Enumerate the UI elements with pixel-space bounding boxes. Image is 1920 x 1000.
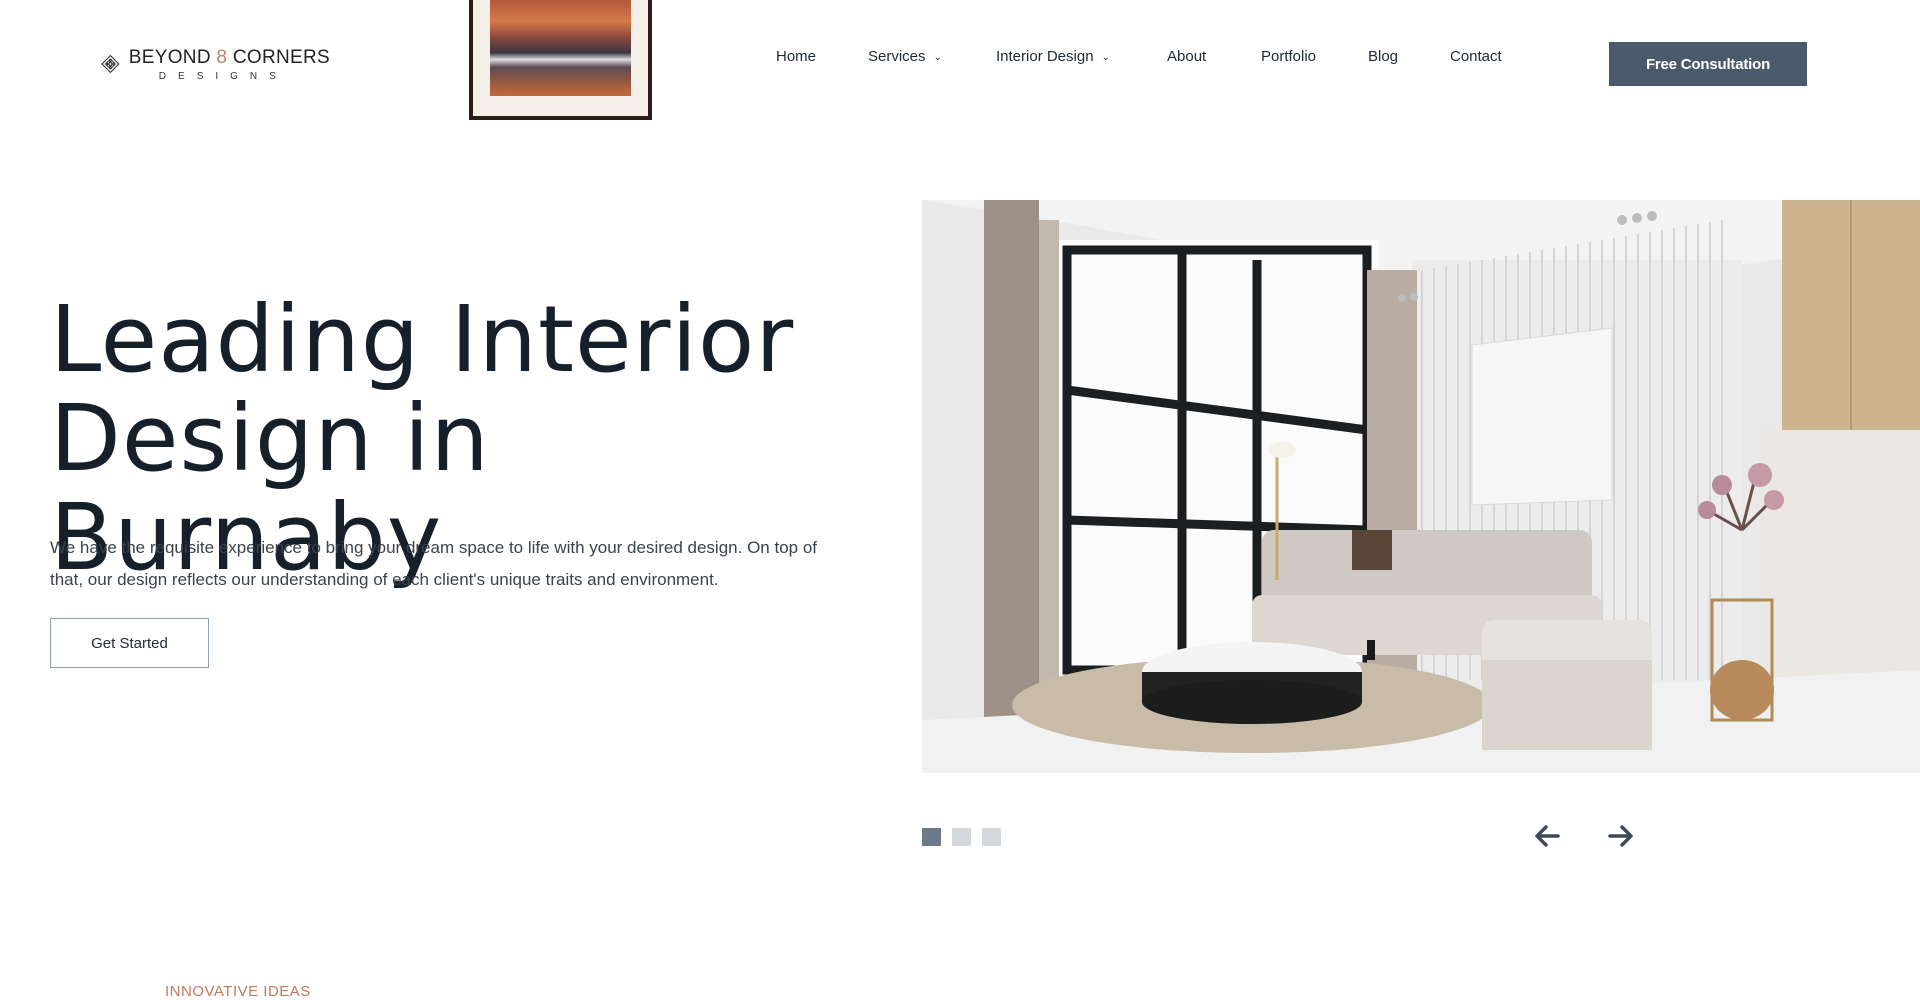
nav-services[interactable]: Services ⌄ <box>868 48 942 65</box>
logo-wordmark: BEYOND 8 CORNERS <box>128 46 330 68</box>
logo-tagline: DESIGNS <box>158 70 288 82</box>
nav-home[interactable]: Home <box>776 48 816 65</box>
free-consultation-button[interactable]: Free Consultation <box>1609 42 1807 86</box>
hero-description: We have the requisite experience to brin… <box>50 538 818 589</box>
slider-dot-3[interactable] <box>982 828 1001 846</box>
nav-blog[interactable]: Blog <box>1368 48 1398 65</box>
nav-portfolio[interactable]: Portfolio <box>1261 48 1316 65</box>
slider-pagination <box>922 828 1012 846</box>
hero-title-line-1: Leading Interior <box>50 286 795 393</box>
section-eyebrow: INNOVATIVE IDEAS <box>165 983 311 1000</box>
arrow-right-icon <box>1608 825 1633 847</box>
chevron-down-icon: ⌄ <box>933 52 942 63</box>
slider-prev-button[interactable] <box>1529 818 1565 854</box>
get-started-button[interactable]: Get Started <box>50 618 209 668</box>
nav-interior-design[interactable]: Interior Design ⌄ <box>996 48 1110 65</box>
logo-diamond-icon <box>101 54 120 74</box>
slider-dot-2[interactable] <box>952 828 971 846</box>
nav-contact[interactable]: Contact <box>1450 48 1502 65</box>
framed-seascape-photo <box>469 0 652 120</box>
arrow-left-icon <box>1535 825 1560 847</box>
slider-next-button[interactable] <box>1603 818 1639 854</box>
chevron-down-icon: ⌄ <box>1101 52 1110 63</box>
nav-about[interactable]: About <box>1167 48 1206 65</box>
slider-dot-1[interactable] <box>922 828 941 846</box>
site-logo[interactable]: BEYOND 8 CORNERS DESIGNS <box>100 42 330 86</box>
living-room-slide-image <box>922 200 1920 773</box>
